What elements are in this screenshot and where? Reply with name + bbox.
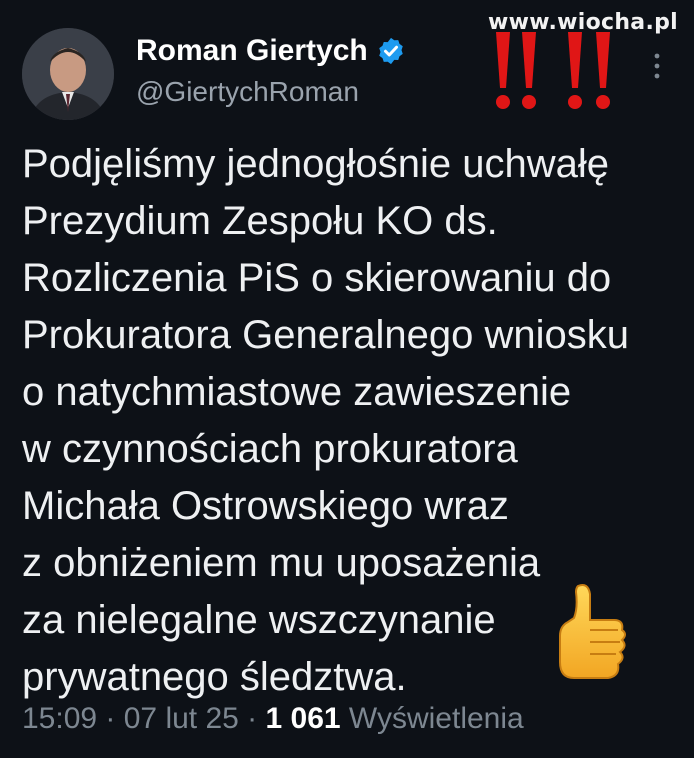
author-name-row: Roman Giertych — [136, 34, 406, 68]
tweet-line: Rozliczenia PiS o skierowaniu do — [22, 256, 612, 300]
tweet-line: w czynnościach prokuratora — [22, 427, 518, 471]
thumbs-up-icon — [559, 584, 626, 679]
views-label: Wyświetlenia — [340, 702, 524, 735]
tweet-line: Michała Ostrowskiego wraz — [22, 484, 509, 528]
tweet-line: Prokuratora Generalnego wniosku — [22, 313, 630, 357]
views-count: 1 061 — [265, 702, 341, 735]
tweet-line: o natychmiastowe zawieszenie — [22, 370, 572, 414]
meta-separator: · — [238, 702, 266, 735]
more-options-icon[interactable] — [654, 52, 660, 80]
meta-separator: · — [97, 702, 124, 735]
author-handle[interactable]: @GiertychRoman — [136, 76, 359, 108]
author-name[interactable]: Roman Giertych — [136, 34, 368, 68]
tweet-time[interactable]: 15:09 — [22, 702, 97, 735]
double-exclamation-icon — [496, 32, 610, 109]
tweet-line: Prezydium Zespołu KO ds. — [22, 199, 498, 243]
avatar[interactable] — [22, 28, 114, 120]
tweet-date[interactable]: 07 lut 25 — [124, 702, 239, 735]
tweet-meta: 15:09 · 07 lut 25 · 1 061 Wyświetlenia — [22, 702, 524, 736]
avatar-photo — [22, 28, 114, 120]
verified-badge-icon — [378, 37, 403, 65]
tweet-line: Podjęliśmy jednogłośnie uchwałę — [22, 142, 610, 186]
